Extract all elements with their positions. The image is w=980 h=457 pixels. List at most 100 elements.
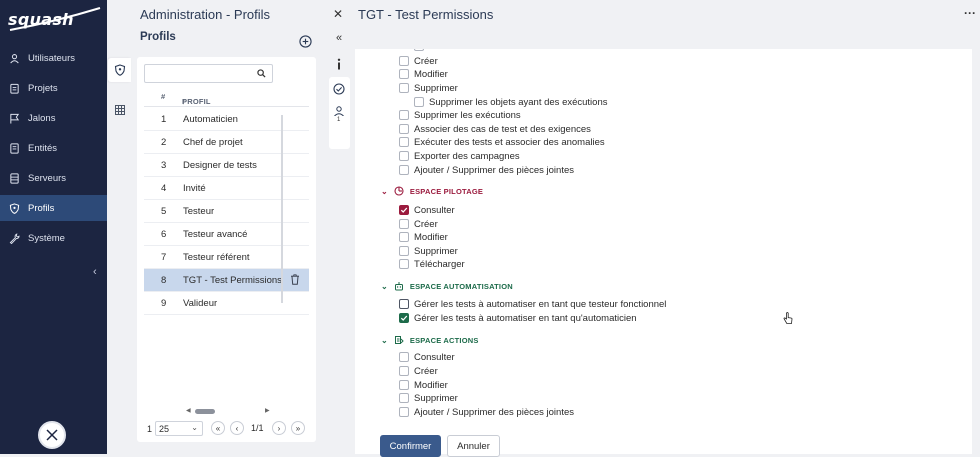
permission-exporter-campagnes[interactable]: Exporter des campagnes [399,150,520,162]
checkbox-checked[interactable] [399,313,409,323]
permission-actions-supprimer[interactable]: Supprimer [399,392,458,404]
pager-label: 1 [147,424,153,434]
more-options-icon[interactable]: ··· [964,6,976,20]
permission-pilotage-telecharger[interactable]: Télécharger [399,258,465,270]
nav-label: Entités [28,142,58,154]
permission-actions-modifier[interactable]: Modifier [399,379,448,391]
permission-label: Consulter [414,351,455,363]
table-row[interactable]: 1 Automaticien [144,108,309,131]
section-espace-automatisation[interactable]: ⌄ ESPACE AUTOMATISATION [381,280,513,292]
table-row[interactable]: 7 Testeur référent [144,246,309,269]
close-button[interactable] [38,421,66,449]
permission-pieces-jointes[interactable]: Ajouter / Supprimer des pièces jointes [399,164,574,176]
table-header: # PROFIL ↑ [144,87,309,107]
check-icon [400,315,408,321]
table-row[interactable]: 3 Designer de tests [144,154,309,177]
row-num: 4 [161,183,167,194]
section-espace-pilotage[interactable]: ⌄ ESPACE PILOTAGE [381,185,483,197]
permission-automatisation-automaticien[interactable]: Gérer les tests à automatiser en tant qu… [399,312,637,324]
checkbox[interactable] [399,407,409,417]
checkbox[interactable] [399,110,409,120]
checkbox[interactable] [399,246,409,256]
checkbox[interactable] [414,97,424,107]
checkbox[interactable] [399,69,409,79]
permission-label: Modifier [414,379,448,391]
permission-pilotage-creer[interactable]: Créer [399,218,438,230]
table-row[interactable]: 2 Chef de projet [144,131,309,154]
user-icon [10,53,19,63]
next-page-button[interactable]: › [272,421,286,435]
section-espace-actions[interactable]: ⌄ ESPACE ACTIONS [381,334,479,346]
permission-actions-pieces-jointes[interactable]: Ajouter / Supprimer des pièces jointes [399,406,574,418]
permission-label: Supprimer [414,245,458,257]
squash-logo[interactable]: squash [4,4,104,34]
search-input[interactable] [144,64,273,83]
checkbox[interactable] [399,56,409,66]
nav-item-profils[interactable]: Profils [0,195,107,221]
page-size-select[interactable]: 25 ⌄ [155,421,203,436]
checkbox[interactable] [399,380,409,390]
scroll-right-icon[interactable]: ▶ [265,407,270,414]
robot-icon [394,282,403,291]
nav-item-serveurs[interactable]: Serveurs [0,165,107,191]
table-row[interactable]: 4 Invité [144,177,309,200]
pilotage-icon [394,186,404,196]
collapse-panel-icon[interactable]: « [332,31,346,45]
users-count-badge: 1 [337,117,341,123]
nav-item-utilisateurs[interactable]: Utilisateurs [0,45,107,71]
checkbox[interactable] [399,232,409,242]
user-icon [334,106,344,116]
checkbox[interactable] [399,393,409,403]
table-row-selected[interactable]: 8 TGT - Test Permissions [144,269,309,292]
checkbox-checked[interactable] [399,205,409,215]
tab-profile-shield[interactable] [108,58,131,82]
nav-item-jalons[interactable]: Jalons [0,105,107,131]
table-row[interactable]: 9 Valideur [144,292,309,315]
info-tab[interactable] [332,57,346,71]
permission-modifier[interactable]: Modifier [399,68,448,80]
nav-item-entites[interactable]: Entités [0,135,107,161]
checkbox[interactable] [399,259,409,269]
permission-pilotage-consulter[interactable]: Consulter [399,204,455,216]
checkbox[interactable] [399,151,409,161]
horizontal-scrollbar[interactable] [195,409,215,414]
nav-item-projets[interactable]: Projets [0,75,107,101]
scrolled-row-fragment [414,49,524,51]
nav-item-systeme[interactable]: Système [0,225,107,251]
permission-supprimer-objets-executions[interactable]: Supprimer les objets ayant des exécution… [414,96,608,108]
permission-label: Ajouter / Supprimer des pièces jointes [414,164,574,176]
main-navigation: squash Utilisateurs Projets Jalons Entit… [0,0,107,454]
table-row[interactable]: 6 Testeur avancé [144,223,309,246]
permission-pilotage-supprimer[interactable]: Supprimer [399,245,458,257]
checkbox[interactable] [399,366,409,376]
add-profile-icon[interactable] [299,35,312,48]
checkbox[interactable] [399,165,409,175]
permission-creer[interactable]: Créer [399,55,438,67]
tab-grid[interactable] [108,98,131,122]
checkbox[interactable] [399,352,409,362]
scroll-left-icon[interactable]: ◀ [186,407,191,414]
column-resize-handle[interactable] [281,115,283,303]
checkbox[interactable] [399,299,409,309]
last-page-button[interactable]: » [291,421,305,435]
permission-supprimer-executions[interactable]: Supprimer les exécutions [399,109,521,121]
permission-actions-creer[interactable]: Créer [399,365,438,377]
permission-pilotage-modifier[interactable]: Modifier [399,231,448,243]
checkbox[interactable] [399,83,409,93]
permission-automatisation-testeur[interactable]: Gérer les tests à automatiser en tant qu… [399,298,666,310]
checkbox[interactable] [399,219,409,229]
checkbox[interactable] [399,124,409,134]
close-detail-icon[interactable]: ✕ [333,7,343,21]
collapse-nav-icon[interactable]: ‹ [93,266,97,278]
permission-label: Exporter des campagnes [414,150,520,162]
permission-supprimer[interactable]: Supprimer [399,82,458,94]
permission-associer-cas-test[interactable]: Associer des cas de test et des exigence… [399,123,591,135]
permission-executer-tests[interactable]: Exécuter des tests et associer des anoma… [399,136,605,148]
trash-icon[interactable] [290,274,300,285]
first-page-button[interactable]: « [211,421,225,435]
table-row[interactable]: 5 Testeur [144,200,309,223]
row-name: TGT - Test Permissions [183,275,282,286]
checkbox[interactable] [399,137,409,147]
permission-actions-consulter[interactable]: Consulter [399,351,455,363]
prev-page-button[interactable]: ‹ [230,421,244,435]
